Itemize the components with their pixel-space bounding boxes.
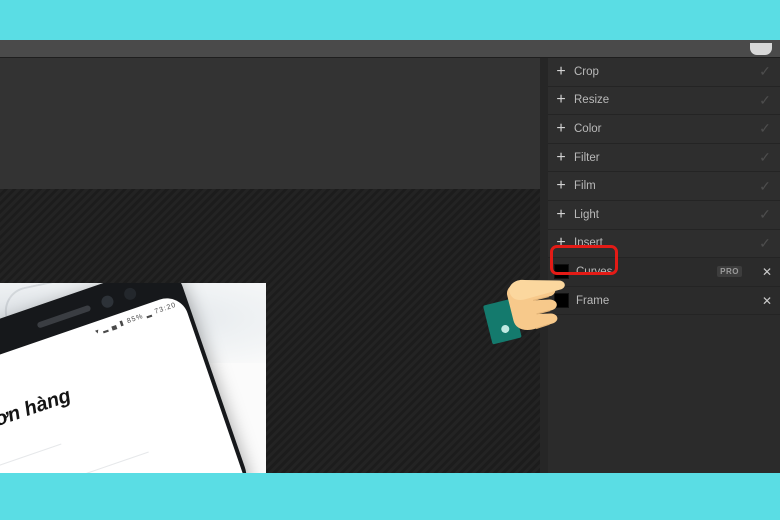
phone-divider bbox=[0, 451, 149, 473]
tool-row-curves[interactable]: Curves PRO ✕ bbox=[548, 258, 780, 287]
tool-row-label: Insert bbox=[574, 237, 603, 250]
tool-row-insert[interactable]: + Insert ✓ bbox=[548, 229, 780, 259]
window-control-nub-icon[interactable] bbox=[750, 43, 772, 55]
check-icon[interactable]: ✓ bbox=[750, 63, 780, 80]
plus-icon[interactable]: + bbox=[548, 63, 574, 80]
close-icon[interactable]: ✕ bbox=[754, 294, 780, 308]
plus-icon[interactable]: + bbox=[548, 206, 574, 223]
check-icon[interactable]: ✓ bbox=[750, 206, 780, 223]
tool-row-filter[interactable]: + Filter ✓ bbox=[548, 143, 780, 173]
tool-row-label: Film bbox=[574, 180, 596, 193]
plus-icon[interactable]: + bbox=[548, 178, 574, 194]
tool-row-resize[interactable]: + Resize ✓ bbox=[548, 86, 780, 116]
iris-scanner-icon bbox=[122, 286, 138, 302]
plus-icon[interactable]: + bbox=[548, 149, 574, 166]
tool-row-label: Filter bbox=[574, 151, 600, 164]
tool-row-color[interactable]: + Color ✓ bbox=[548, 115, 780, 144]
window-titlebar bbox=[0, 40, 780, 58]
tool-row-label: Crop bbox=[574, 65, 599, 78]
tool-row-label: Frame bbox=[576, 294, 610, 307]
check-icon[interactable]: ✓ bbox=[750, 149, 780, 166]
tools-panel: + Crop ✓ + Resize ✓ + Color ✓ + Filter ✓ bbox=[548, 58, 780, 473]
phone-heading-text: ản lý đơn hàng bbox=[0, 384, 74, 452]
phone-status-bar: ◂ ▫ ▪ ■ ▫ ▾ ▂ ▄ ▮ 85% ▂ 73:20 bbox=[0, 301, 178, 400]
tool-row-crop[interactable]: + Crop ✓ bbox=[548, 58, 780, 87]
tool-row-label: Light bbox=[574, 208, 599, 221]
tool-row-label: Curves bbox=[576, 265, 613, 278]
pointing-hand-cursor bbox=[483, 279, 565, 345]
pro-badge: PRO bbox=[717, 266, 742, 278]
phone-divider bbox=[0, 443, 62, 473]
check-icon[interactable]: ✓ bbox=[750, 178, 780, 195]
tool-row-label: Resize bbox=[574, 94, 610, 107]
tool-row-label: Color bbox=[574, 122, 602, 135]
close-icon[interactable]: ✕ bbox=[754, 265, 780, 279]
plus-icon[interactable]: + bbox=[548, 120, 574, 137]
canvas-upper-area bbox=[0, 58, 540, 190]
plus-icon[interactable]: + bbox=[548, 92, 574, 108]
front-camera-icon bbox=[99, 294, 116, 310]
plus-icon[interactable]: + bbox=[548, 235, 574, 251]
tool-row-light[interactable]: + Light ✓ bbox=[548, 200, 780, 230]
check-icon[interactable]: ✓ bbox=[750, 235, 780, 252]
top-accent-band bbox=[0, 0, 780, 40]
screenshot-root: + Crop ✓ + Resize ✓ + Color ✓ + Filter ✓ bbox=[0, 0, 780, 520]
tool-row-frame[interactable]: Frame ✕ bbox=[548, 286, 780, 316]
tool-row-film[interactable]: + Film ✓ bbox=[548, 172, 780, 201]
bottom-accent-band bbox=[0, 473, 780, 520]
check-icon[interactable]: ✓ bbox=[750, 92, 780, 109]
edited-photo[interactable]: ◂ ▫ ▪ ■ ▫ ▾ ▂ ▄ ▮ 85% ▂ 73:20 ản lý đơn … bbox=[0, 283, 266, 473]
check-icon[interactable]: ✓ bbox=[750, 120, 780, 137]
